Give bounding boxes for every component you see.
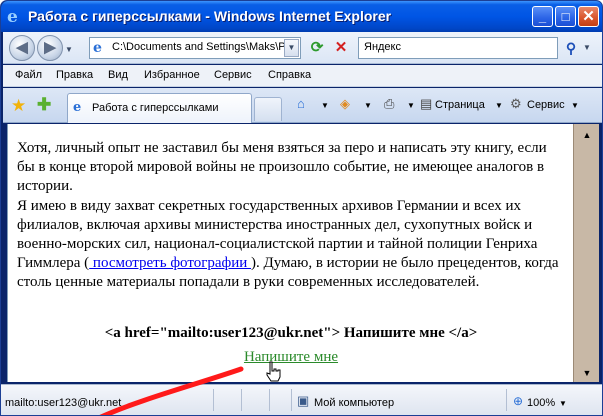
close-button[interactable]: ✕	[578, 6, 599, 27]
menu-file[interactable]: Файл	[15, 69, 42, 81]
maximize-button[interactable]: □	[555, 6, 576, 27]
page-dropdown-icon[interactable]: ▼	[495, 101, 503, 110]
html-code-example: <a href="mailto:user123@ukr.net"> Напиши…	[104, 325, 478, 341]
status-divider	[269, 389, 270, 411]
scroll-down-arrow-icon[interactable]: ▼	[578, 366, 596, 380]
ie-logo-icon: e	[7, 7, 18, 27]
refresh-button[interactable]: ⟳	[307, 39, 327, 57]
tools-dropdown-icon[interactable]: ▼	[571, 101, 579, 110]
menu-bar: Файл Правка Вид Избранное Сервис Справка	[3, 65, 602, 87]
address-bar[interactable]: e C:\Documents and Settings\Maks\P ▼	[89, 37, 301, 59]
print-icon[interactable]: ⎙	[384, 96, 394, 112]
security-zone: Мой компьютер	[314, 397, 395, 409]
page-content: Хотя, личный опыт не заставил бы меня вз…	[7, 124, 573, 382]
navigation-bar: ◀ ▶ ▼ e C:\Documents and Settings\Maks\P…	[3, 32, 602, 64]
new-tab-button[interactable]	[254, 97, 282, 121]
tab-active[interactable]: e Работа с гиперссылками	[67, 93, 252, 123]
zoom-icon: ⊕	[513, 394, 524, 408]
back-arrow-icon: ◀	[16, 39, 28, 56]
status-divider	[506, 389, 507, 411]
address-input[interactable]: C:\Documents and Settings\Maks\P	[112, 41, 284, 53]
ie-window: e Работа с гиперссылками - Windows Inter…	[0, 0, 603, 416]
menu-help[interactable]: Справка	[268, 69, 311, 81]
favorites-star-icon[interactable]: ★	[11, 96, 26, 116]
zoom-level[interactable]: 100%	[527, 397, 555, 409]
vertical-scrollbar[interactable]: ▲ ▼	[573, 124, 599, 382]
paragraph-1: Хотя, личный опыт не заставил бы меня вз…	[17, 140, 547, 195]
window-title: Работа с гиперссылками - Windows Interne…	[28, 8, 392, 24]
tab-bar: ★ ✚ e Работа с гиперссылками ⌂ ▼ ◈ ▼ ⎙ ▼…	[3, 88, 602, 123]
search-dropdown-icon[interactable]: ▼	[583, 43, 591, 52]
rss-feed-icon[interactable]: ◈	[340, 96, 350, 112]
search-icon[interactable]: ⚲	[560, 38, 582, 58]
menu-view[interactable]: Вид	[108, 69, 128, 81]
tab-label: Работа с гиперссылками	[92, 102, 219, 114]
mailto-link[interactable]: Напишите мне	[244, 349, 338, 365]
page-menu-icon: ▤	[420, 96, 433, 111]
minimize-button[interactable]: _	[532, 6, 553, 27]
hand-cursor-icon	[266, 361, 281, 382]
search-box[interactable]: Яндекс	[358, 37, 558, 59]
forward-button[interactable]: ▶	[37, 35, 63, 61]
print-dropdown-icon[interactable]: ▼	[407, 101, 415, 110]
status-divider	[291, 389, 292, 411]
status-url: mailto:user123@ukr.net	[5, 397, 122, 409]
home-dropdown-icon[interactable]: ▼	[321, 101, 329, 110]
menu-favorites[interactable]: Избранное	[144, 69, 200, 81]
forward-arrow-icon: ▶	[44, 39, 56, 56]
page-menu-button[interactable]: Страница	[435, 99, 485, 111]
page-icon: e	[93, 40, 102, 56]
photos-link[interactable]: посмотреть фотографии	[89, 255, 251, 271]
article-text: Хотя, личный опыт не заставил бы меня вз…	[17, 139, 567, 293]
computer-zone-icon: ▣	[297, 393, 310, 408]
back-button[interactable]: ◀	[9, 35, 35, 61]
tools-menu-button[interactable]: Сервис	[527, 99, 565, 111]
stop-button[interactable]: ✕	[331, 39, 351, 57]
history-dropdown-icon[interactable]: ▼	[65, 45, 73, 54]
menu-edit[interactable]: Правка	[56, 69, 93, 81]
scroll-up-arrow-icon[interactable]: ▲	[578, 128, 596, 142]
home-icon[interactable]: ⌂	[297, 96, 305, 111]
status-bar: mailto:user123@ukr.net ▣ Мой компьютер ⊕…	[1, 384, 602, 415]
status-divider	[241, 389, 242, 411]
menu-tools[interactable]: Сервис	[214, 69, 252, 81]
zoom-dropdown-icon[interactable]: ▼	[559, 399, 567, 408]
mail-link-container: Напишите мне	[8, 349, 573, 366]
gear-icon: ⚙	[510, 96, 522, 111]
status-divider	[213, 389, 214, 411]
title-bar[interactable]: e Работа с гиперссылками - Windows Inter…	[1, 1, 602, 32]
rss-dropdown-icon[interactable]: ▼	[364, 101, 372, 110]
tab-page-icon: e	[73, 100, 82, 115]
address-dropdown-icon[interactable]: ▼	[284, 39, 299, 57]
add-favorites-icon[interactable]: ✚	[37, 95, 51, 115]
search-input[interactable]: Яндекс	[364, 41, 401, 53]
